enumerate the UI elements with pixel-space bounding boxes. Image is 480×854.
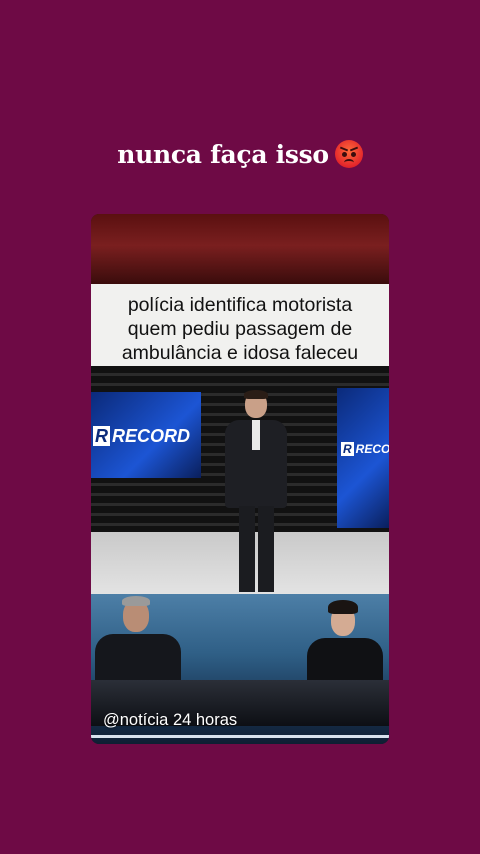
record-logo-right: R RECO: [341, 442, 389, 456]
caption-line-2: quem pediu passagem de: [127, 318, 353, 340]
video-caption: polícia identifica motorista quem pediu …: [91, 284, 389, 366]
standing-presenter: [225, 390, 287, 592]
blurred-background: [91, 214, 389, 284]
caption-line-1: polícia identifica motorista: [127, 294, 353, 316]
caption-line-3: ambulância e idosa faleceu: [121, 342, 359, 364]
news-desk-scene: @notícia 24 horas: [91, 594, 389, 744]
story-text-sticker[interactable]: nunca faça isso: [0, 140, 480, 169]
watermark-text: @notícia 24 horas: [103, 711, 238, 729]
video-frame[interactable]: polícia identifica motorista quem pediu …: [91, 214, 389, 744]
angry-face-icon: [334, 140, 363, 168]
studio-screen-left: R RECORD: [91, 392, 201, 478]
record-logo-left: R RECORD: [93, 426, 191, 446]
story-text: nunca faça isso: [117, 140, 329, 169]
studio-screen-right: R RECO: [337, 388, 389, 528]
studio-scene: R RECORD R RECO: [91, 366, 389, 594]
desk-light-strip: [91, 735, 389, 738]
